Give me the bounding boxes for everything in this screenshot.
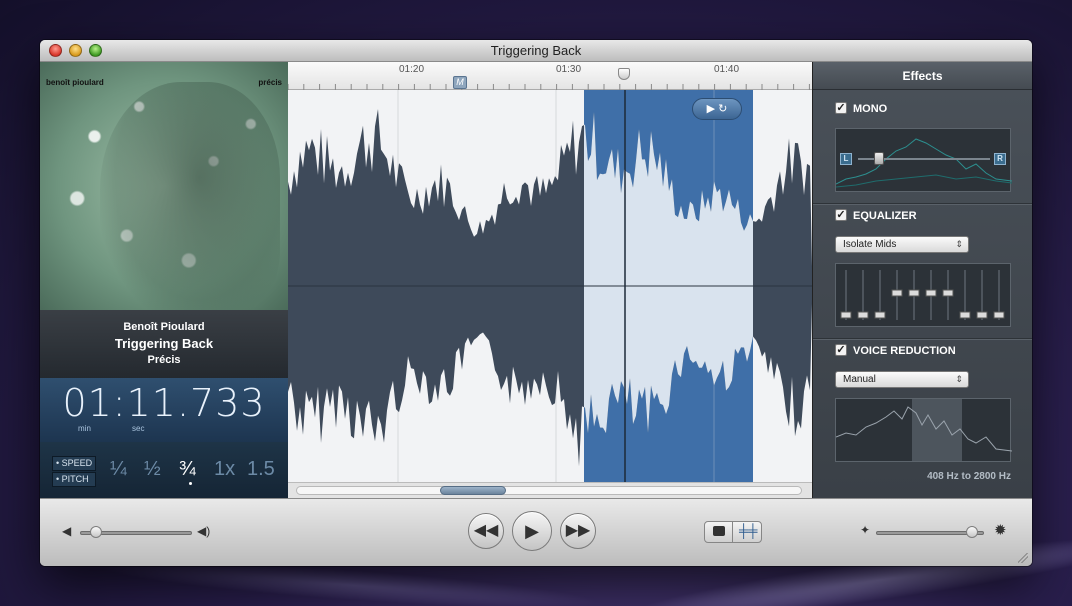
section-divider [813,203,1032,204]
seconds-label: sec [132,424,145,433]
wave-large-icon: ✹ [994,522,1007,539]
waveform-graph[interactable] [288,90,812,482]
play-button[interactable]: ▶ [512,511,552,551]
mono-checkbox[interactable]: ✓ [835,102,847,114]
frequency-range-label: 408 Hz to 2800 Hz [927,471,1011,482]
app-window: Triggering Back benoît pioulard précis B… [40,40,1032,566]
voice-reduction-mode-value: Manual [843,374,876,385]
eq-band-knob [993,311,1005,319]
zoom-slider-knob[interactable] [966,526,978,538]
speed-option-half[interactable]: ½ [144,458,161,481]
scroll-thumb[interactable] [440,486,506,495]
minutes-label: min [78,424,91,433]
chevron-updown-icon: ⇕ [955,239,963,249]
spectrum-line [836,138,1012,185]
voice-reduction-label: VOICE REDUCTION [853,345,956,357]
eq-band-knob [959,311,971,319]
eq-band-knob [874,311,886,319]
equalizer-preset-value: Isolate Mids [843,239,897,250]
tick-label: 01:20 [399,64,425,75]
voice-spectrum [836,399,1012,461]
rewind-icon: ◀◀ [473,522,499,539]
track-title: Triggering Back [114,336,214,351]
speed-control: • SPEED • PITCH ¼ ½ ¾ 1x 1.5 [40,442,288,498]
mono-balance-panel: L R [835,128,1012,192]
track-artist: Benoît Pioulard [123,321,205,333]
timeline-ruler[interactable]: 01:20 01:30 01:40 M [288,62,812,90]
effects-title: Effects [813,62,1032,90]
selected-speed-indicator [189,482,192,485]
volume-slider-knob[interactable] [90,526,102,538]
title-bar: Triggering Back [40,40,1032,62]
tick-label: 01:30 [556,64,582,75]
effects-panel: Effects ✓ MONO L R ✓ EQUALIZER Isolate M… [812,62,1032,498]
track-info: Benoît Pioulard Triggering Back Précis [40,310,288,378]
chevron-updown-icon: ⇕ [955,374,963,384]
volume-low-icon: ◀ [62,524,72,538]
rewind-button[interactable]: ◀◀ [468,513,504,549]
artwork-artist-text: benoît pioulard [46,78,104,87]
voice-reduction-panel[interactable] [835,398,1012,462]
eq-band-knob [840,311,852,319]
fast-forward-icon: ▶▶ [565,522,591,539]
window-title: Triggering Back [490,43,582,58]
speech-icon [713,526,725,536]
fast-forward-button[interactable]: ▶▶ [560,513,596,549]
balance-slider-knob[interactable] [874,152,884,165]
tick-label: 01:40 [714,64,740,75]
album-artwork: benoît pioulard précis [40,62,288,310]
track-panel: benoît pioulard précis Benoît Pioulard T… [40,62,288,498]
horizontal-scrollbar[interactable] [288,482,812,498]
eq-band-knob [908,289,920,297]
artwork-silhouette [100,82,280,310]
voice-reduction-checkbox[interactable]: ✓ [835,344,847,356]
speed-option-1-5[interactable]: 1.5 [247,458,275,481]
eq-band-knob [925,289,937,297]
equalizer-label: EQUALIZER [853,210,917,222]
speed-option-quarter[interactable]: ¼ [110,458,127,481]
transport-bar: ◀ ◀) ◀◀ ▶ ▶▶ ╪╪ ✦ ✹ [40,498,1032,566]
play-loop-button[interactable]: ▶ ↻ [692,98,742,120]
mono-label: MONO [853,103,888,115]
track-album: Précis [147,354,181,366]
wave-small-icon: ✦ [860,523,871,537]
eq-band-knob [976,311,988,319]
section-divider [813,338,1032,339]
eq-band-knob [942,289,954,297]
eq-band-knob [891,289,903,297]
time-value: 01:11.733 [62,381,266,425]
frequency-band-selection [912,399,962,461]
pitch-toggle-button[interactable]: • PITCH [52,472,96,487]
balance-left-label: L [840,153,852,165]
equalizer-checkbox[interactable]: ✓ [835,209,847,221]
marker-flag[interactable]: M [453,76,467,89]
artwork-album-text: précis [258,78,282,87]
equalizer-icon: ╪╪ [739,523,758,538]
speed-option-three-quarter[interactable]: ¾ [179,458,196,481]
scroll-track[interactable] [296,486,802,495]
waveform-view[interactable]: 01:20 01:30 01:40 M ▶ ↻ [288,62,812,498]
voice-reduction-mode-select[interactable]: Manual ⇕ [835,371,969,388]
play-icon: ▶ [525,521,539,541]
speech-toggle-button[interactable] [704,521,733,543]
resize-grip[interactable] [1018,553,1028,563]
balance-right-label: R [994,153,1006,165]
playhead-handle[interactable] [618,68,630,80]
speed-option-1x[interactable]: 1x [214,458,235,481]
spectrum-line [836,174,1012,188]
equalizer-sliders-panel[interactable] [835,263,1011,327]
equalizer-preset-select[interactable]: Isolate Mids ⇕ [835,236,969,253]
volume-high-icon: ◀) [197,524,211,538]
mono-spectrum [836,138,1012,188]
effects-toggle-button[interactable]: ╪╪ [732,521,762,543]
equalizer-graph[interactable] [836,264,1012,326]
time-display: 01:11.733 min sec [40,378,288,442]
eq-band-knob [857,311,869,319]
speed-toggle-button[interactable]: • SPEED [52,456,96,471]
